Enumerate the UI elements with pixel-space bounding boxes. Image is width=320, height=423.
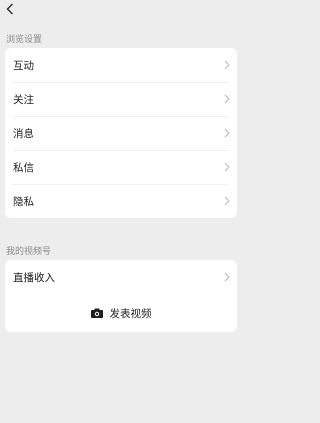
chevron-right-icon bbox=[224, 94, 230, 104]
settings-item-label: 互动 bbox=[13, 59, 34, 72]
settings-item-label: 消息 bbox=[13, 127, 34, 140]
settings-item-follow[interactable]: 关注 bbox=[5, 82, 237, 116]
chevron-right-icon bbox=[224, 162, 230, 172]
live-income-item[interactable]: 直播收入 bbox=[5, 260, 237, 294]
chevron-right-icon bbox=[224, 196, 230, 206]
settings-item-interaction[interactable]: 互动 bbox=[5, 48, 237, 82]
section-title-browse: 浏览设置 bbox=[6, 35, 43, 45]
channel-card: 直播收入 发表视频 bbox=[5, 260, 237, 332]
section-title-channel: 我的视频号 bbox=[6, 247, 52, 257]
settings-item-label: 关注 bbox=[13, 93, 34, 106]
chevron-right-icon bbox=[224, 272, 230, 282]
settings-item-private-messages[interactable]: 私信 bbox=[5, 150, 237, 184]
settings-item-label: 私信 bbox=[13, 161, 34, 174]
chevron-left-icon bbox=[6, 3, 13, 15]
browse-settings-card: 互动 关注 消息 私信 隐私 bbox=[5, 48, 237, 218]
chevron-right-icon bbox=[224, 128, 230, 138]
settings-item-messages[interactable]: 消息 bbox=[5, 116, 237, 150]
live-income-label: 直播收入 bbox=[13, 271, 55, 284]
back-button[interactable] bbox=[3, 2, 17, 16]
settings-page: 浏览设置 互动 关注 消息 私信 隐私 我的视频号 直播收入 发表视频 bbox=[0, 0, 244, 423]
publish-video-button[interactable]: 发表视频 bbox=[5, 294, 237, 332]
publish-video-label: 发表视频 bbox=[109, 307, 152, 320]
settings-item-label: 隐私 bbox=[13, 195, 34, 208]
camera-icon bbox=[90, 308, 103, 318]
settings-item-privacy[interactable]: 隐私 bbox=[5, 184, 237, 218]
chevron-right-icon bbox=[224, 60, 230, 70]
